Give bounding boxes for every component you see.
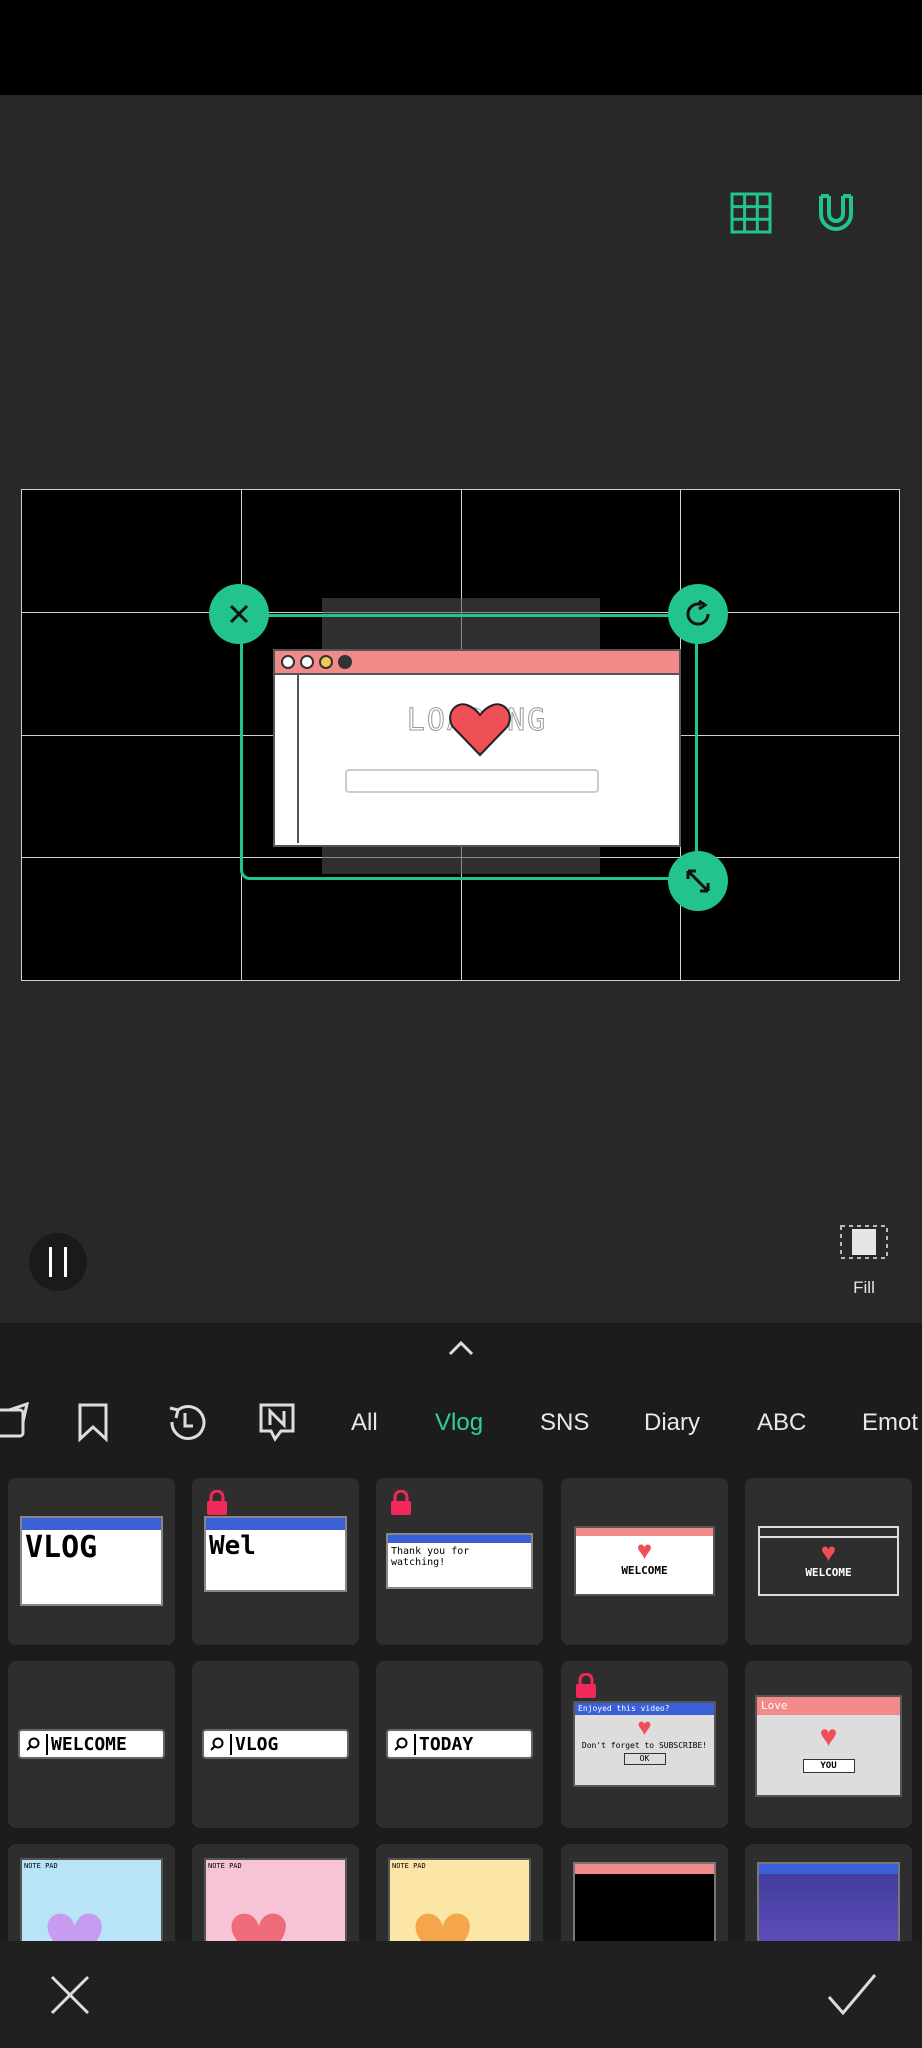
tile-preview: TODAY (386, 1729, 533, 1759)
close-icon (229, 604, 249, 624)
heart-icon: ♥ (226, 1876, 292, 1942)
pause-button[interactable] (29, 1233, 87, 1291)
panel-collapse-bar[interactable] (0, 1323, 922, 1373)
sticker-tile[interactable]: NOTE PAD ♥ (192, 1844, 359, 1941)
lock-icon (207, 1490, 227, 1515)
sticker-grid: VLOG Wel Thank you for watching! ♥ WELCO… (0, 1471, 922, 1941)
tile-preview: Enjoyed this video? ♥ Don't forget to SU… (573, 1701, 716, 1787)
tile-preview: WELCOME (18, 1729, 165, 1759)
grid-icon (730, 192, 772, 234)
sticker-tile[interactable]: Thank you for watching! (376, 1478, 543, 1645)
tile-preview: NOTE PAD ♥ (204, 1858, 347, 1941)
check-icon (827, 1974, 877, 2016)
magnet-icon (819, 194, 853, 231)
delete-handle[interactable] (209, 584, 269, 644)
tile-preview: NOTE PAD ♥ (20, 1858, 163, 1941)
category-recent-button[interactable] (160, 1395, 214, 1449)
search-icon (210, 1737, 224, 1751)
sticker-tile[interactable]: Wel (192, 1478, 359, 1645)
tile-text: NOTE PAD (208, 1862, 242, 1870)
category-bar: All Vlog SNS Diary ABC Emot (0, 1373, 922, 1471)
sticker-tile[interactable]: WELCOME (8, 1661, 175, 1828)
sticker-tile[interactable]: ♥ WELCOME (561, 1478, 728, 1645)
tile-text: WELCOME (46, 1733, 127, 1755)
sticker-tile[interactable]: TODAY (376, 1661, 543, 1828)
tile-preview: VLOG (20, 1516, 163, 1606)
tile-text: Thank you for watching! (391, 1546, 470, 1568)
fill-button[interactable] (836, 1218, 892, 1266)
tab-diary[interactable]: Diary (644, 1409, 700, 1437)
status-bar-area (0, 0, 922, 95)
sticker-icon (0, 1402, 29, 1438)
tile-text: NOTE PAD (24, 1862, 58, 1870)
heart-icon: ♥ (819, 1720, 838, 1753)
cancel-button[interactable] (42, 1967, 98, 2023)
category-new-button[interactable] (250, 1395, 304, 1449)
sticker-tile[interactable]: VLOG (192, 1661, 359, 1828)
recent-icon (169, 1405, 206, 1440)
tile-text: WELCOME (621, 1564, 668, 1577)
tile-text: NOTE PAD (392, 1862, 426, 1870)
tile-button: YOU (802, 1759, 855, 1773)
new-icon (259, 1403, 295, 1442)
tile-preview (757, 1862, 900, 1941)
sticker-tile[interactable]: VLOG (8, 1478, 175, 1645)
chevron-up-icon (448, 1340, 474, 1356)
tile-preview: ♥ WELCOME (758, 1526, 899, 1596)
tile-preview: Love ♥ YOU (755, 1695, 902, 1797)
close-icon (50, 1975, 90, 2015)
heart-icon: ♥ (42, 1876, 108, 1942)
sticker-tile[interactable]: NOTE PAD ♥ (376, 1844, 543, 1941)
heart-icon: ♥ (637, 1714, 652, 1741)
rotate-handle[interactable] (668, 584, 728, 644)
tile-preview: Wel (204, 1516, 347, 1592)
lock-icon (576, 1673, 596, 1698)
category-sticker-button[interactable] (0, 1395, 40, 1449)
sticker-tile[interactable] (561, 1844, 728, 1941)
tile-preview: VLOG (202, 1729, 349, 1759)
tab-all[interactable]: All (351, 1409, 378, 1437)
search-icon (26, 1737, 40, 1751)
tab-vlog[interactable]: Vlog (435, 1409, 483, 1437)
pause-icon (49, 1247, 67, 1277)
fill-label: Fill (853, 1278, 875, 1297)
sticker-tile[interactable]: Love ♥ YOU (745, 1661, 912, 1828)
tab-sns[interactable]: SNS (540, 1409, 589, 1437)
tile-preview: NOTE PAD ♥ (388, 1858, 531, 1941)
sticker-tile[interactable]: Enjoyed this video? ♥ Don't forget to SU… (561, 1661, 728, 1828)
sticker-tile[interactable]: ♥ WELCOME (745, 1478, 912, 1645)
tile-preview: Thank you for watching! (386, 1533, 533, 1589)
resize-icon (686, 869, 710, 893)
heart-icon: ♥ (636, 1535, 653, 1565)
tile-text: VLOG (230, 1733, 278, 1755)
resize-handle[interactable] (668, 851, 728, 911)
tile-preview (573, 1862, 716, 1941)
heart-icon: ♥ (410, 1876, 476, 1942)
tile-text: Wel (209, 1531, 256, 1561)
selection-box[interactable] (240, 614, 698, 880)
bottom-action-bar (0, 1941, 922, 2048)
lock-icon (391, 1490, 411, 1515)
tile-text: WELCOME (805, 1566, 852, 1579)
category-bookmark-button[interactable] (66, 1395, 120, 1449)
fill-icon (840, 1225, 888, 1259)
heart-icon: ♥ (820, 1537, 837, 1567)
tile-text: Don't forget to SUBSCRIBE! (581, 1741, 708, 1750)
confirm-button[interactable] (822, 1967, 882, 2023)
tile-preview: ♥ WELCOME (574, 1526, 715, 1596)
grid-toggle-button[interactable] (719, 181, 783, 245)
sticker-tile[interactable]: NOTE PAD ♥ (8, 1844, 175, 1941)
tile-text: TODAY (414, 1733, 473, 1755)
rotate-icon (686, 599, 710, 626)
snap-toggle-button[interactable] (804, 181, 868, 245)
sticker-tile[interactable] (745, 1844, 912, 1941)
bookmark-icon (78, 1403, 108, 1442)
search-icon (394, 1737, 408, 1751)
tile-title: Love (757, 1697, 900, 1715)
tab-abc[interactable]: ABC (757, 1409, 806, 1437)
tile-text: VLOG (25, 1530, 98, 1565)
tab-emot[interactable]: Emot (862, 1409, 918, 1437)
tile-button: OK (623, 1753, 666, 1765)
